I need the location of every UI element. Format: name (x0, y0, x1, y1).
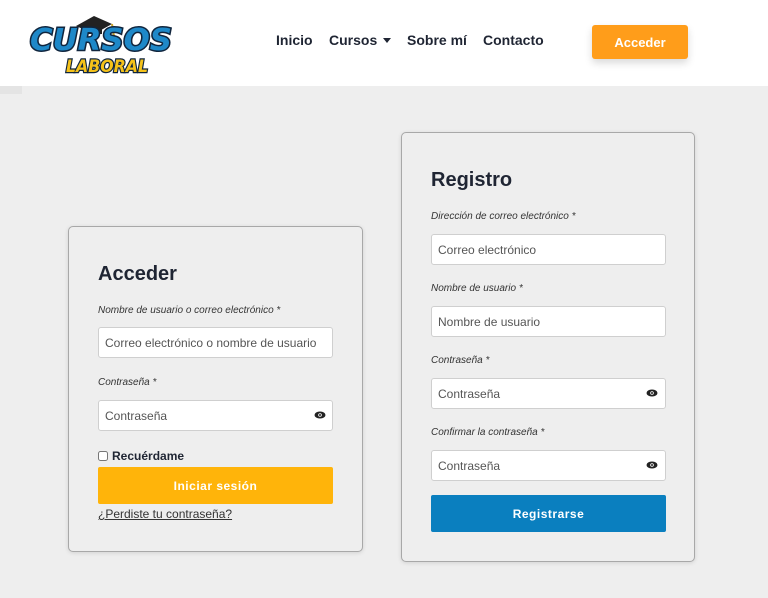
remember-me[interactable]: Recuérdame (98, 449, 184, 463)
login-password-input[interactable] (98, 400, 333, 431)
lost-password-link[interactable]: ¿Perdiste tu contraseña? (98, 507, 232, 521)
cursos-laboral-logo[interactable]: CURSOS LABORAL (28, 8, 178, 76)
register-title: Registro (431, 169, 513, 191)
login-submit-button[interactable]: Iniciar sesión (98, 467, 333, 504)
login-username-input[interactable] (98, 327, 333, 358)
register-username-input[interactable] (431, 306, 666, 337)
eye-icon[interactable] (646, 461, 658, 469)
site-header: CURSOS LABORAL Inicio Cursos Sobre mí Co… (0, 0, 768, 86)
nav-item-contacto[interactable]: Contacto (483, 32, 544, 48)
register-confirm-input[interactable] (431, 450, 666, 481)
header-acceder-button[interactable]: Acceder (592, 25, 688, 59)
register-email-label: Dirección de correo electrónico * (431, 211, 576, 222)
login-password-label: Contraseña * (98, 377, 157, 388)
nav-item-inicio[interactable]: Inicio (276, 32, 313, 48)
remember-me-label: Recuérdame (112, 449, 185, 463)
nav-item-cursos-label: Cursos (329, 32, 378, 48)
register-password-label: Contraseña * (431, 355, 490, 366)
logo-text-bottom: LABORAL (66, 57, 148, 76)
eye-icon[interactable] (646, 389, 658, 397)
chevron-down-icon (383, 37, 392, 43)
nav-item-sobre-mi[interactable]: Sobre mí (407, 32, 467, 48)
logo-text-top: CURSOS (30, 23, 172, 58)
login-card: Acceder Nombre de usuario o correo elect… (68, 226, 363, 552)
login-username-label: Nombre de usuario o correo electrónico * (98, 305, 281, 316)
remember-me-checkbox[interactable] (98, 451, 108, 461)
eye-icon[interactable] (314, 411, 326, 419)
register-submit-button[interactable]: Registrarse (431, 495, 666, 532)
register-email-input[interactable] (431, 234, 666, 265)
register-username-label: Nombre de usuario * (431, 283, 523, 294)
register-card: Registro Dirección de correo electrónico… (401, 132, 695, 562)
register-confirm-label: Confirmar la contraseña * (431, 427, 545, 438)
nav-item-cursos[interactable]: Cursos (329, 32, 392, 48)
login-title: Acceder (98, 263, 177, 285)
header-tab-decoration (0, 86, 22, 94)
register-password-input[interactable] (431, 378, 666, 409)
